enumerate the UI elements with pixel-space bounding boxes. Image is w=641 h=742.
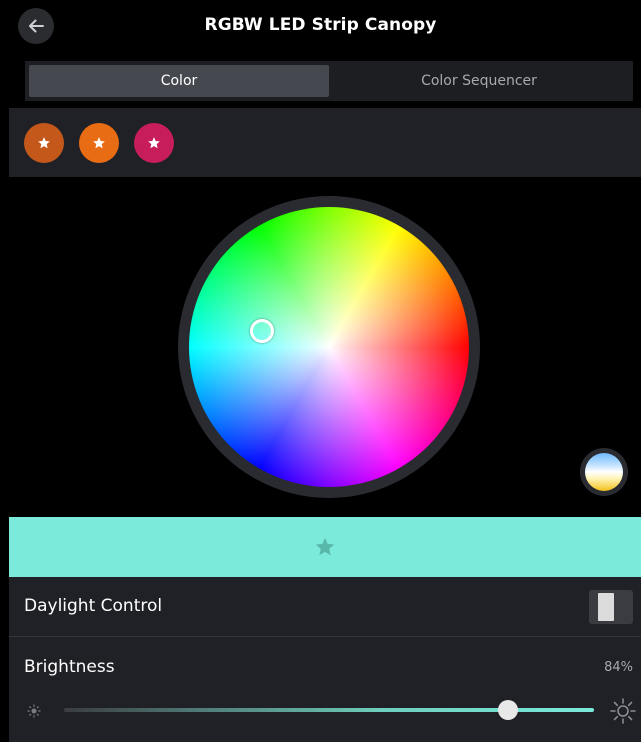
mode-tabs: Color Color Sequencer <box>25 61 633 101</box>
page-title: RGBW LED Strip Canopy <box>204 15 437 35</box>
favorite-preset-1[interactable] <box>24 123 64 163</box>
tab-color[interactable]: Color <box>29 65 329 97</box>
brightness-label: Brightness <box>24 657 115 677</box>
star-icon <box>93 137 105 149</box>
selected-color-swatch[interactable] <box>9 517 641 577</box>
tab-color-sequencer[interactable]: Color Sequencer <box>329 65 629 97</box>
toggle-knob <box>598 593 614 621</box>
star-icon <box>315 537 335 556</box>
color-wheel[interactable] <box>189 207 469 487</box>
sun-small-icon <box>27 704 41 718</box>
daylight-control-toggle[interactable] <box>589 590 633 624</box>
color-wheel-frame <box>178 196 480 498</box>
header: RGBW LED Strip Canopy <box>0 0 641 52</box>
color-temperature-button[interactable] <box>580 448 628 496</box>
favorite-preset-3[interactable] <box>134 123 174 163</box>
brightness-slider-thumb[interactable] <box>498 700 518 720</box>
star-icon <box>38 137 50 149</box>
brightness-row: Brightness 84% <box>9 637 641 742</box>
brightness-value: 84% <box>604 660 633 675</box>
sun-large-icon <box>610 698 636 724</box>
favorite-presets <box>9 108 641 177</box>
color-temperature-swatch <box>585 453 623 491</box>
daylight-control-label: Daylight Control <box>24 596 163 616</box>
star-icon <box>148 137 160 149</box>
daylight-control-row: Daylight Control <box>9 577 641 636</box>
color-picker-handle[interactable] <box>250 319 274 343</box>
favorite-preset-2[interactable] <box>79 123 119 163</box>
